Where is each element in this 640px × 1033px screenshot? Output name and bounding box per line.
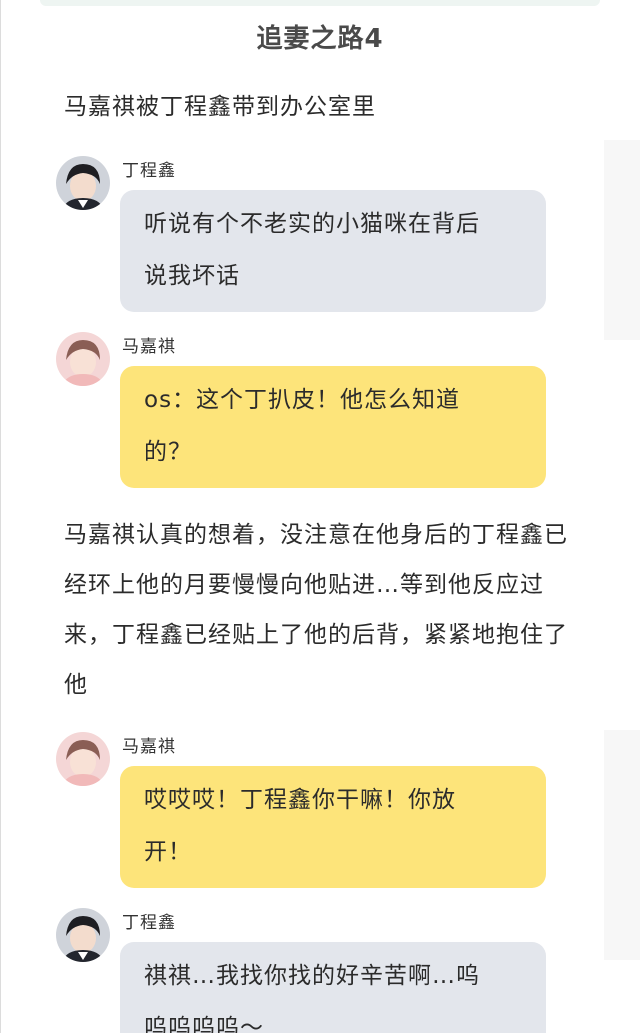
chat-message: 马嘉祺 哎哎哎！丁程鑫你干嘛！你放 开！ bbox=[56, 732, 556, 892]
avatar-icon[interactable] bbox=[56, 732, 110, 786]
bubble-line: 呜呜呜呜～ bbox=[144, 1015, 264, 1033]
bubble-line: 说我坏话 bbox=[144, 263, 240, 289]
chat-message: 马嘉祺 os：这个丁扒皮！他怎么知道 的？ bbox=[56, 332, 556, 492]
side-shadow bbox=[604, 730, 640, 960]
chat-message: 丁程鑫 听说有个不老实的小猫咪在背后 说我坏话 bbox=[56, 156, 556, 316]
avatar-icon[interactable] bbox=[56, 332, 110, 386]
bubble-line: 哎哎哎！丁程鑫你干嘛！你放 bbox=[144, 787, 456, 813]
narration-text: 马嘉祺被丁程鑫带到办公室里 bbox=[64, 94, 376, 120]
chat-bubble: 听说有个不老实的小猫咪在背后 说我坏话 bbox=[120, 190, 546, 312]
avatar-icon[interactable] bbox=[56, 156, 110, 210]
speaker-name: 马嘉祺 bbox=[122, 337, 176, 357]
narration-text: 马嘉祺认真的想着，没注意在他身后的丁程鑫已经环上他的月要慢慢向他贴进…等到他反应… bbox=[64, 522, 568, 698]
avatar-icon[interactable] bbox=[56, 908, 110, 962]
speaker-name: 马嘉祺 bbox=[122, 737, 176, 757]
chat-bubble: 哎哎哎！丁程鑫你干嘛！你放 开！ bbox=[120, 766, 546, 888]
bubble-line: 祺祺…我找你找的好辛苦啊…呜 bbox=[144, 963, 480, 989]
bubble-line: 的？ bbox=[144, 439, 192, 465]
chat-bubble: 祺祺…我找你找的好辛苦啊…呜 呜呜呜呜～ bbox=[120, 942, 546, 1033]
bubble-line: 听说有个不老实的小猫咪在背后 bbox=[144, 211, 480, 237]
page-title: 追妻之路4 bbox=[256, 24, 384, 54]
top-edge-decoration bbox=[40, 0, 600, 6]
chat-message: 丁程鑫 祺祺…我找你找的好辛苦啊…呜 呜呜呜呜～ bbox=[56, 908, 556, 1033]
speaker-name: 丁程鑫 bbox=[122, 913, 176, 933]
side-shadow bbox=[604, 140, 640, 340]
bubble-line: os：这个丁扒皮！他怎么知道 bbox=[144, 387, 461, 413]
chat-bubble: os：这个丁扒皮！他怎么知道 的？ bbox=[120, 366, 546, 488]
speaker-name: 丁程鑫 bbox=[122, 161, 176, 181]
bubble-line: 开！ bbox=[144, 839, 192, 865]
